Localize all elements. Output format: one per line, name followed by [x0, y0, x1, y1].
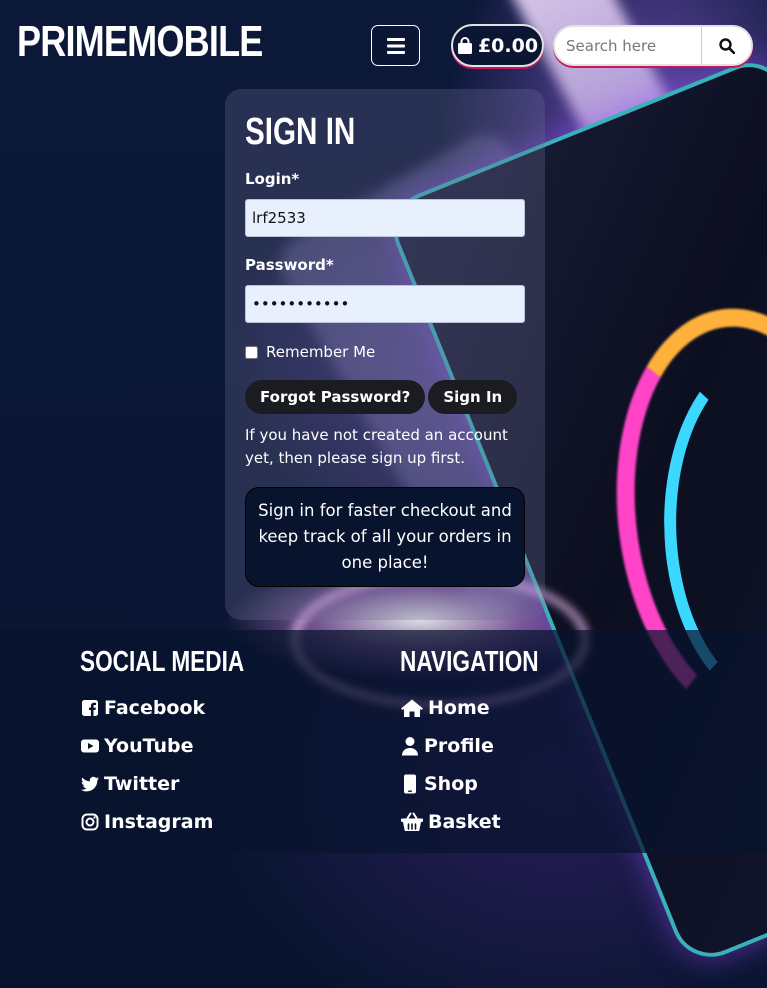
- instagram-link[interactable]: Instagram: [80, 803, 291, 841]
- social-media-heading: SOCIAL MEDIA: [80, 646, 245, 678]
- youtube-icon: [81, 739, 99, 753]
- password-field[interactable]: [245, 285, 525, 323]
- signup-note: If you have not created an account yet, …: [245, 426, 508, 467]
- shop-label: Shop: [424, 773, 478, 795]
- shopping-basket-icon: [401, 812, 423, 831]
- page-title: SIGN IN: [245, 111, 356, 153]
- signin-actions: Forgot Password? Sign In: [245, 380, 525, 414]
- facebook-label: Facebook: [104, 697, 206, 719]
- remember-me-row: Remember Me: [245, 343, 525, 361]
- login-label: Login*: [245, 170, 300, 188]
- basket-total: £0.00: [477, 34, 539, 57]
- shop-link[interactable]: Shop: [400, 765, 578, 803]
- home-link[interactable]: Home: [400, 689, 578, 727]
- basket-label: Basket: [428, 811, 501, 833]
- search-button[interactable]: [701, 27, 751, 64]
- shopping-bag-icon: [457, 36, 472, 54]
- home-label: Home: [428, 697, 490, 719]
- navigation-heading: NAVIGATION: [400, 646, 539, 678]
- search-icon: [718, 37, 735, 54]
- promo-text: Sign in for faster checkout and keep tra…: [258, 501, 512, 572]
- twitter-icon: [81, 776, 99, 792]
- facebook-icon: [82, 700, 98, 716]
- twitter-link[interactable]: Twitter: [80, 765, 291, 803]
- login-field[interactable]: [245, 199, 525, 237]
- basket-link[interactable]: Basket: [400, 803, 578, 841]
- search-input[interactable]: [555, 27, 701, 64]
- forgot-password-button[interactable]: Forgot Password?: [245, 380, 426, 414]
- user-icon: [402, 737, 418, 756]
- profile-link[interactable]: Profile: [400, 727, 578, 765]
- signin-card: SIGN IN Login* Password* Remember Me For…: [225, 89, 545, 620]
- mobile-phone-icon: [404, 774, 416, 794]
- remember-me-checkbox[interactable]: [245, 345, 258, 359]
- instagram-icon: [81, 813, 99, 831]
- twitter-label: Twitter: [104, 773, 180, 795]
- menu-toggle-button[interactable]: [371, 25, 420, 66]
- password-label: Password*: [245, 256, 334, 274]
- brand-logo[interactable]: PRIMEMOBILE: [17, 20, 263, 64]
- instagram-label: Instagram: [104, 811, 214, 833]
- social-media-column: SOCIAL MEDIA Facebook YouTube Twitter In…: [80, 648, 291, 841]
- hamburger-icon: [386, 37, 405, 54]
- site-footer: SOCIAL MEDIA Facebook YouTube Twitter In…: [0, 630, 767, 853]
- youtube-link[interactable]: YouTube: [80, 727, 291, 765]
- basket-button[interactable]: £0.00: [451, 24, 544, 67]
- site-header: PRIMEMOBILE £0.00: [0, 0, 767, 90]
- promo-box: Sign in for faster checkout and keep tra…: [245, 487, 525, 587]
- remember-me-label[interactable]: Remember Me: [266, 343, 375, 361]
- signin-button[interactable]: Sign In: [428, 380, 518, 414]
- profile-label: Profile: [424, 735, 494, 757]
- search-bar: [553, 25, 753, 66]
- home-icon: [401, 699, 423, 717]
- youtube-label: YouTube: [104, 735, 194, 757]
- navigation-column: NAVIGATION Home Profile Shop Basket: [400, 648, 578, 841]
- facebook-link[interactable]: Facebook: [80, 689, 291, 727]
